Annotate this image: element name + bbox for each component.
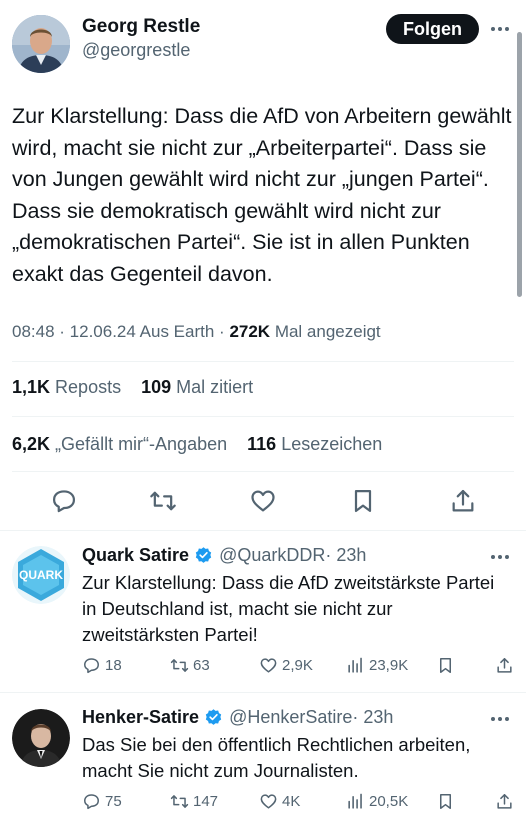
more-icon[interactable]: [488, 709, 512, 729]
divider: [0, 530, 526, 531]
divider: [12, 416, 514, 417]
share-icon: [497, 794, 512, 809]
reply-text: Das Sie bei den öffentlich Rechtlichen a…: [82, 734, 471, 781]
like-count: 4K: [282, 793, 301, 810]
reply-avatar[interactable]: QUARK: [12, 546, 70, 604]
reposts-label: Reposts: [55, 377, 122, 397]
divider: [12, 361, 514, 362]
tweet-date[interactable]: 12.06.24: [70, 322, 136, 341]
tweet-source: Aus Earth: [139, 322, 215, 341]
reposts-count: 1,1K: [12, 377, 51, 397]
like-icon[interactable]: [249, 487, 277, 515]
repost-count: 147: [193, 793, 219, 810]
reply-reply-button[interactable]: 18: [82, 656, 122, 675]
views-icon: [348, 793, 362, 809]
author-avatar[interactable]: [12, 15, 70, 73]
reposts-link[interactable]: 1,1K Reposts: [12, 377, 121, 397]
quotes-count: 109: [141, 377, 172, 397]
reply-icon[interactable]: [50, 487, 78, 515]
likes-link[interactable]: 6,2K „Gefällt mir“-Angaben: [12, 434, 227, 454]
reply-header: Quark Satire @QuarkDDR · 23h: [82, 545, 366, 566]
views-count: 23,9K: [369, 657, 409, 674]
tweet-text: Zur Klarstellung: Dass die AfD von Arbei…: [12, 104, 512, 286]
verified-icon: [204, 708, 223, 727]
reply-repost-button[interactable]: 63: [170, 656, 210, 675]
views-label: Mal angezeigt: [274, 322, 381, 341]
reply-share-button[interactable]: [495, 792, 514, 811]
bookmark-icon: [439, 658, 452, 673]
reply-like-button[interactable]: 4K: [259, 792, 300, 811]
more-icon[interactable]: [488, 19, 512, 39]
follow-button[interactable]: Folgen: [386, 14, 479, 44]
bookmarks-label: Lesezeichen: [281, 434, 383, 454]
like-stats: 6,2K „Gefällt mir“-Angaben 116 Lesezeich…: [12, 434, 382, 455]
more-icon[interactable]: [488, 547, 512, 567]
tweet-meta: 08:48 · 12.06.24 Aus Earth · 272K Mal an…: [12, 322, 381, 341]
repost-icon[interactable]: [149, 487, 177, 515]
repost-icon: [170, 795, 189, 808]
likes-label: „Gefällt mir“-Angaben: [55, 434, 228, 454]
verified-icon: [194, 546, 213, 565]
likes-count: 6,2K: [12, 434, 51, 454]
bookmark-icon[interactable]: [349, 487, 377, 515]
share-icon[interactable]: [449, 487, 477, 515]
quotes-link[interactable]: 109 Mal zitiert: [141, 377, 253, 397]
tweet-time[interactable]: 08:48: [12, 322, 55, 341]
views-icon: [348, 657, 362, 673]
reply-reply-button[interactable]: 75: [82, 792, 122, 811]
reply-text: Zur Klarstellung: Dass die AfD zweitstär…: [82, 572, 495, 645]
quotes-label: Mal zitiert: [176, 377, 254, 397]
quark-logo-text: QUARK: [19, 568, 63, 582]
reply-time[interactable]: · 23h: [325, 545, 366, 566]
reply-author-name[interactable]: Quark Satire: [82, 545, 189, 566]
divider: [12, 471, 514, 472]
reply-author-handle[interactable]: @HenkerSatire: [229, 707, 352, 728]
reply-bookmark-button[interactable]: [436, 792, 455, 811]
like-count: 2,9K: [282, 657, 313, 674]
reply-icon: [84, 794, 99, 810]
bookmark-icon: [439, 794, 452, 809]
reply-header: Henker-Satire @HenkerSatire · 23h: [82, 707, 393, 728]
reply-repost-button[interactable]: 147: [170, 792, 218, 811]
reply-bookmark-button[interactable]: [436, 656, 455, 675]
reply-author-name[interactable]: Henker-Satire: [82, 707, 199, 728]
divider: [0, 692, 526, 693]
reply-like-button[interactable]: 2,9K: [259, 656, 313, 675]
share-icon: [497, 658, 512, 673]
scrollbar[interactable]: [517, 32, 522, 297]
reply-action-bar: 18 63 2,9K 23,9K: [82, 656, 512, 680]
reply-avatar[interactable]: [12, 709, 70, 767]
reply-action-bar: 75 147 4K 20,5K: [82, 792, 512, 816]
views-count: 272K: [229, 322, 271, 341]
repost-stats: 1,1K Reposts 109 Mal zitiert: [12, 377, 253, 398]
reply-share-button[interactable]: [495, 656, 514, 675]
reply-count: 75: [105, 793, 122, 810]
bookmarks-link[interactable]: 116 Lesezeichen: [247, 434, 382, 454]
like-icon: [260, 658, 277, 673]
reply-author-handle[interactable]: @QuarkDDR: [219, 545, 325, 566]
reply-views-button[interactable]: 23,9K: [346, 656, 408, 675]
author-handle[interactable]: @georgrestle: [82, 40, 190, 61]
repost-count: 63: [193, 657, 210, 674]
repost-icon: [170, 659, 189, 672]
reply-icon: [84, 658, 99, 674]
like-icon: [260, 794, 277, 809]
reply-count: 18: [105, 657, 122, 674]
reply-views-button[interactable]: 20,5K: [346, 792, 408, 811]
views-count: 20,5K: [369, 793, 409, 810]
reply-time[interactable]: · 23h: [352, 707, 393, 728]
author-name[interactable]: Georg Restle: [82, 16, 200, 38]
bookmarks-count: 116: [247, 434, 277, 454]
